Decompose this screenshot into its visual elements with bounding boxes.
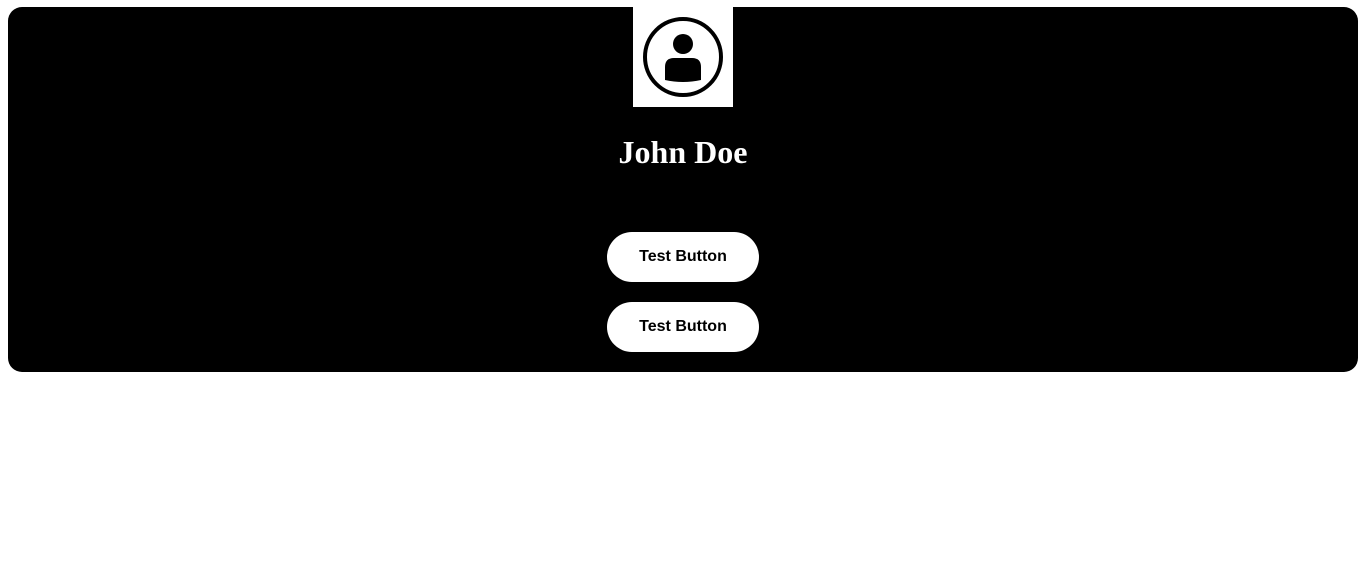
avatar [633,7,733,107]
user-circle-icon [643,17,723,97]
test-button-2[interactable]: Test Button [607,302,759,352]
profile-card: John Doe Test Button Test Button [8,7,1358,372]
profile-name: John Doe [618,134,748,170]
test-button-1[interactable]: Test Button [607,232,759,282]
